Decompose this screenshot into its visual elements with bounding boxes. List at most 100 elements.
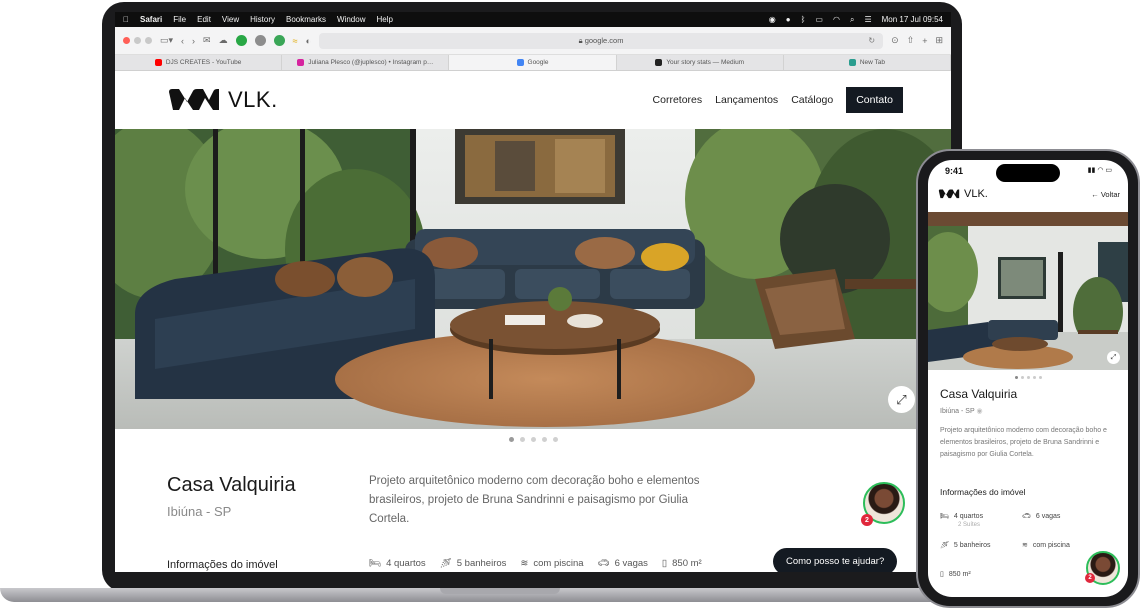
apple-icon[interactable]:  bbox=[123, 15, 129, 24]
battery-icon[interactable]: ▭ bbox=[815, 15, 823, 24]
tab-overview-icon[interactable]: ⊞ bbox=[935, 35, 943, 46]
carousel-dot[interactable] bbox=[508, 437, 514, 442]
property-info: Casa Valquiria Ibiúna - SP Projeto arqui… bbox=[115, 452, 951, 572]
bed-icon: 🛏︎ bbox=[369, 558, 382, 569]
record-icon[interactable]: ◉ bbox=[769, 15, 776, 24]
youtube-icon bbox=[154, 59, 162, 66]
nav-corretores[interactable]: Corretores bbox=[653, 94, 703, 106]
address-bar[interactable]: 🔒︎ google.com ↻ bbox=[318, 32, 884, 49]
search-icon[interactable]: ⌕ bbox=[850, 15, 854, 25]
cloud-icon[interactable]: ☁ bbox=[219, 35, 228, 46]
menu-safari[interactable]: Safari bbox=[140, 15, 162, 24]
phone-carousel-pager bbox=[928, 376, 1128, 379]
extension-z-icon[interactable]: ≈ bbox=[293, 36, 298, 46]
extension-grammar-icon[interactable] bbox=[273, 35, 285, 46]
shower-icon: 🚿︎ bbox=[439, 558, 452, 569]
tab-medium[interactable]: Your story stats — Medium bbox=[617, 55, 784, 70]
downloads-icon[interactable]: ⊙ bbox=[891, 35, 899, 46]
laptop-screen:  Safari File Edit View History Bookmark… bbox=[115, 12, 951, 572]
wifi-icon[interactable]: ◠ bbox=[833, 15, 840, 24]
sidebar-icon[interactable]: ▭▾ bbox=[160, 35, 173, 46]
back-icon[interactable]: ‹ bbox=[181, 36, 184, 46]
phone-time: 9:41 bbox=[945, 166, 964, 176]
share-icon[interactable]: ⇧ bbox=[907, 35, 915, 46]
phone-chat-notification-badge: 2 bbox=[1085, 573, 1095, 583]
mail-icon[interactable]: ✉ bbox=[203, 35, 211, 46]
shield-icon[interactable]: ◐ bbox=[306, 36, 311, 46]
app-status-icon[interactable]: ● bbox=[786, 15, 791, 24]
phone-feature-bedrooms: 🛏︎ 4 quartos bbox=[940, 512, 984, 521]
feature-label: 850 m² bbox=[948, 570, 971, 578]
control-center-icon[interactable]: ☰ bbox=[864, 15, 871, 24]
phone-hero-image[interactable]: ⤢ bbox=[928, 212, 1128, 370]
feature-label: 4 quartos bbox=[386, 558, 426, 569]
minimize-window-button[interactable] bbox=[134, 37, 141, 44]
feature-label: 5 banheiros bbox=[456, 558, 507, 569]
phone-property-location: Ibiúna - SP ◉ bbox=[940, 407, 983, 415]
new-tab-icon[interactable]: + bbox=[922, 36, 927, 46]
close-window-button[interactable] bbox=[123, 37, 130, 44]
carousel-dot[interactable] bbox=[1014, 376, 1018, 379]
tab-instagram[interactable]: Juliana Plesco (@juplesco) • Instagram p… bbox=[282, 55, 450, 70]
bluetooth-icon[interactable]: ᛒ bbox=[801, 15, 806, 24]
phone-expand-icon[interactable]: ⤢ bbox=[1107, 351, 1120, 364]
carousel-dot[interactable] bbox=[530, 437, 536, 442]
medium-icon bbox=[655, 59, 663, 66]
feature-pool: ≋ com piscina bbox=[520, 558, 583, 569]
extension-gray-icon[interactable] bbox=[254, 35, 266, 46]
tab-label: DJS CREATES - YouTube bbox=[165, 59, 242, 66]
vlk-logo-icon bbox=[169, 89, 219, 110]
feature-label: com piscina bbox=[533, 558, 584, 569]
site-logo[interactable]: VLK. bbox=[167, 86, 278, 114]
back-label: Voltar bbox=[1100, 189, 1120, 199]
feature-parking: 🚗︎ 6 vagas bbox=[598, 558, 648, 569]
tab-label: Your story stats — Medium bbox=[666, 59, 745, 66]
menu-file[interactable]: File bbox=[173, 15, 186, 24]
feature-label: 6 vagas bbox=[1035, 512, 1061, 520]
ruler-icon: ▯ bbox=[940, 571, 944, 578]
menu-help[interactable]: Help bbox=[376, 15, 392, 24]
ruler-icon: ▯ bbox=[661, 558, 668, 569]
nav-catalogo[interactable]: Catálogo bbox=[791, 94, 833, 106]
feature-label: 4 quartos bbox=[953, 512, 984, 520]
tab-google[interactable]: Google bbox=[449, 55, 617, 70]
zoom-window-button[interactable] bbox=[145, 37, 152, 44]
tab-label: Juliana Plesco (@juplesco) • Instagram p… bbox=[308, 59, 434, 66]
menu-edit[interactable]: Edit bbox=[197, 15, 211, 24]
tab-label: New Tab bbox=[859, 59, 885, 66]
phone-feature-bathrooms: 🚿︎ 5 banheiros bbox=[940, 541, 990, 550]
carousel-dot[interactable] bbox=[1020, 376, 1024, 379]
phone-living-room-photo bbox=[928, 212, 1128, 370]
expand-icon[interactable]: ⤢ bbox=[888, 386, 915, 413]
forward-icon[interactable]: › bbox=[192, 36, 195, 46]
chat-help-button[interactable]: Como posso te ajudar? bbox=[773, 548, 898, 572]
phone-info-heading: Informações do imóvel bbox=[940, 487, 1026, 497]
laptop-notch bbox=[440, 588, 560, 594]
carousel-dot[interactable] bbox=[552, 437, 558, 442]
contact-button[interactable]: Contato bbox=[846, 87, 903, 113]
tab-youtube[interactable]: DJS CREATES - YouTube bbox=[115, 55, 283, 70]
tab-new-tab[interactable]: New Tab bbox=[784, 55, 951, 70]
menubar-datetime[interactable]: Mon 17 Jul 09:54 bbox=[882, 15, 943, 24]
window-controls bbox=[123, 37, 152, 44]
pool-icon: ≋ bbox=[1022, 542, 1028, 549]
tab-label: Google bbox=[527, 59, 549, 66]
carousel-dot[interactable] bbox=[541, 437, 547, 442]
carousel-dot[interactable] bbox=[1038, 376, 1042, 379]
carousel-dot[interactable] bbox=[1032, 376, 1036, 379]
menu-bookmarks[interactable]: Bookmarks bbox=[286, 15, 326, 24]
carousel-dot[interactable] bbox=[519, 437, 525, 442]
reload-icon[interactable]: ↻ bbox=[868, 36, 875, 45]
property-hero-image[interactable]: ⤢ bbox=[115, 129, 951, 429]
site-header: VLK. Corretores Lançamentos Catálogo Con… bbox=[115, 71, 951, 129]
logo-text: VLK. bbox=[228, 87, 278, 112]
extension-green-icon[interactable] bbox=[235, 35, 247, 46]
nav-lancamentos[interactable]: Lançamentos bbox=[715, 94, 778, 106]
carousel-dot[interactable] bbox=[1026, 376, 1030, 379]
menu-view[interactable]: View bbox=[222, 15, 239, 24]
menu-history[interactable]: History bbox=[250, 15, 275, 24]
menu-window[interactable]: Window bbox=[337, 15, 365, 24]
phone-back-button[interactable]: ← Voltar bbox=[1091, 190, 1120, 199]
phone-feature-parking: 🚗︎ 6 vagas bbox=[1022, 512, 1061, 521]
phone-property-description: Projeto arquitetônico moderno com decora… bbox=[940, 427, 1107, 458]
